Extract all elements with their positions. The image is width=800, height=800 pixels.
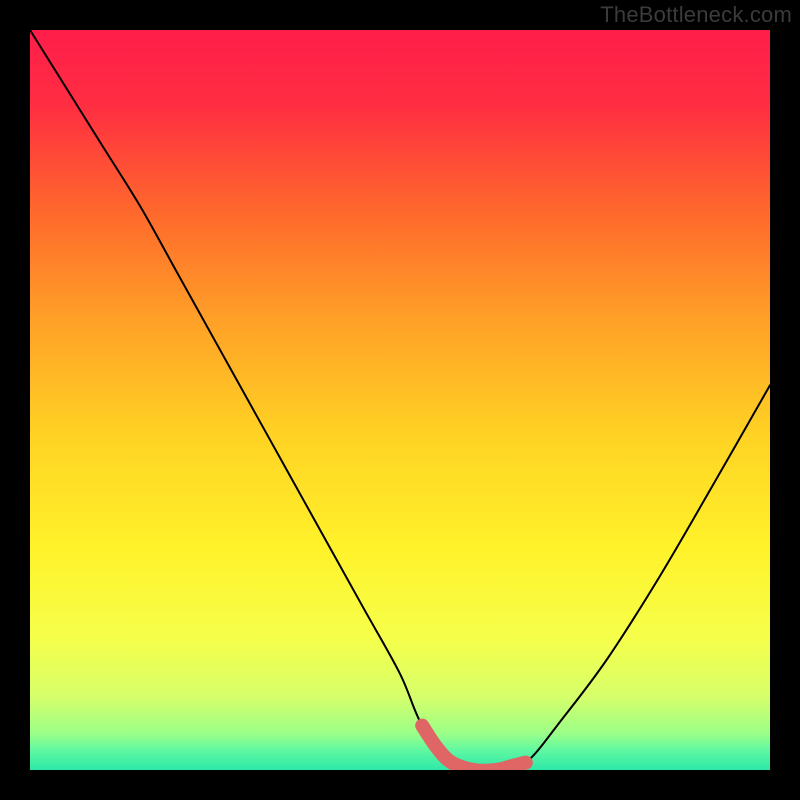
chart-plot-area <box>30 30 770 770</box>
gradient-background <box>30 30 770 770</box>
watermark-text: TheBottleneck.com <box>600 2 792 28</box>
chart-frame: TheBottleneck.com <box>0 0 800 800</box>
chart-svg <box>30 30 770 770</box>
